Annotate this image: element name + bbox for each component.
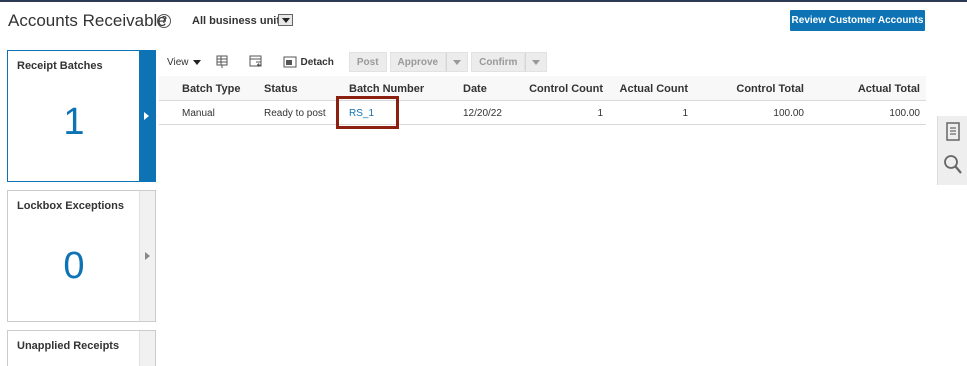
- search-icon[interactable]: [943, 154, 963, 176]
- tile-title: Receipt Batches: [17, 60, 103, 72]
- cell-actual-total: 100.00: [889, 108, 920, 119]
- tile-unapplied-receipts[interactable]: Unapplied Receipts: [7, 330, 156, 366]
- chevron-right-icon: [144, 112, 149, 120]
- business-units-dropdown[interactable]: [278, 14, 293, 26]
- tile-expand-button[interactable]: [139, 331, 155, 366]
- column-header-status[interactable]: Status: [264, 83, 298, 95]
- column-header-actual-count[interactable]: Actual Count: [603, 83, 688, 95]
- table-toolbar: View Detach Post Approve Confirm: [167, 52, 550, 72]
- page-title: Accounts Receivable: [8, 11, 167, 30]
- tile-lockbox-exceptions[interactable]: Lockbox Exceptions 0: [7, 190, 156, 322]
- side-panel: [937, 116, 967, 185]
- cell-control-total: 100.00: [773, 108, 804, 119]
- chevron-right-icon: [145, 252, 150, 260]
- column-header-control-total[interactable]: Control Total: [704, 83, 804, 95]
- tile-count: 0: [63, 245, 85, 287]
- detach-label: Detach: [300, 56, 334, 68]
- approve-menu-button[interactable]: [446, 52, 469, 72]
- business-units-label[interactable]: All business units: [192, 15, 286, 27]
- help-icon[interactable]: ?: [157, 14, 171, 28]
- approve-button[interactable]: Approve: [389, 52, 447, 72]
- detach-icon: [283, 56, 296, 68]
- detach-button[interactable]: Detach: [283, 55, 334, 69]
- tile-receipt-batches[interactable]: Receipt Batches 1: [7, 50, 156, 182]
- review-customer-accounts-button[interactable]: Review Customer Accounts: [790, 10, 925, 31]
- confirm-button[interactable]: Confirm: [471, 52, 526, 72]
- tile-expand-button[interactable]: [139, 191, 155, 321]
- freeze-columns-icon[interactable]: [215, 55, 229, 69]
- confirm-menu-button[interactable]: [525, 52, 548, 72]
- top-border: [0, 0, 967, 2]
- cell-date: 12/20/22: [463, 108, 502, 119]
- cell-status: Ready to post: [264, 108, 326, 119]
- tile-title: Lockbox Exceptions: [17, 200, 124, 212]
- tile-title: Unapplied Receipts: [17, 340, 120, 352]
- column-header-actual-total[interactable]: Actual Total: [820, 83, 920, 95]
- post-button[interactable]: Post: [348, 52, 387, 72]
- tile-expand-button[interactable]: [139, 51, 155, 181]
- column-header-batch-type[interactable]: Batch Type: [182, 83, 240, 95]
- highlight-annotation-box: [336, 96, 399, 129]
- document-icon[interactable]: [943, 121, 963, 143]
- cell-batch-type: Manual: [182, 108, 215, 119]
- view-menu-label: View: [167, 56, 189, 68]
- view-menu[interactable]: View: [167, 57, 201, 68]
- tile-count: 1: [63, 101, 85, 143]
- chevron-down-icon: [192, 59, 201, 65]
- column-header-batch-number[interactable]: Batch Number: [349, 83, 424, 95]
- column-header-date[interactable]: Date: [463, 83, 487, 95]
- table-row[interactable]: Manual Ready to post RS_1 12/20/22 1 1 1…: [159, 101, 926, 125]
- cell-actual-count: 1: [682, 108, 688, 119]
- wrap-icon[interactable]: [249, 55, 263, 69]
- column-header-control-count[interactable]: Control Count: [514, 83, 603, 95]
- cell-control-count: 1: [597, 108, 603, 119]
- table-header: Batch Type Status Batch Number Date Cont…: [159, 76, 926, 101]
